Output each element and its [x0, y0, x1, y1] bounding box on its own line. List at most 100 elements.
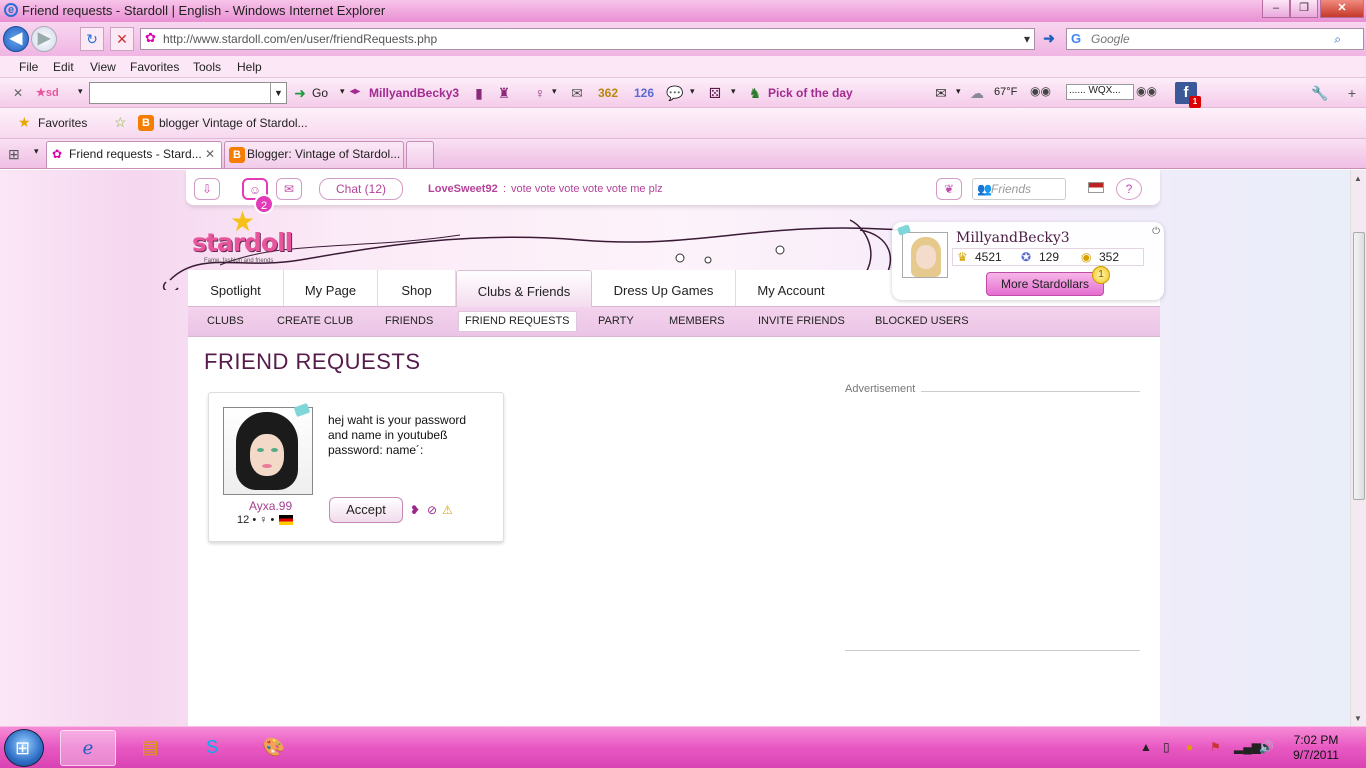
close-tab-icon[interactable]: ✕ — [205, 142, 215, 167]
subnav-blocked-users[interactable]: BLOCKED USERS — [875, 315, 969, 327]
volume-icon[interactable]: 🔊 — [1259, 740, 1274, 754]
go-button[interactable]: Go — [312, 86, 328, 100]
profile-name[interactable]: MillyandBecky3 — [956, 230, 1070, 246]
clock[interactable]: 7:02 PM 9/7/2011 — [1286, 733, 1346, 763]
subnav-party[interactable]: PARTY — [598, 315, 634, 327]
maximize-button[interactable]: ❐ — [1290, 0, 1318, 18]
toolbar-username[interactable]: MillyandBecky3 — [369, 86, 459, 100]
chevron-down-icon[interactable]: ▾ — [731, 86, 736, 97]
nav-my-account[interactable]: My Account — [736, 270, 846, 306]
chat-bubble-icon[interactable]: 💬 — [666, 84, 684, 102]
chat-tray-icon[interactable]: ● — [1186, 740, 1193, 754]
stardoll-logo[interactable]: ★ stardoll Fame, fashion and friends — [190, 208, 300, 268]
chat-button[interactable]: Chat (12) — [319, 178, 403, 200]
vertical-scrollbar[interactable]: ▲ ▼ — [1350, 170, 1366, 726]
dice-icon[interactable]: ⚄ — [706, 84, 724, 102]
device-icon[interactable]: ▯ — [1163, 740, 1170, 754]
action-center-icon[interactable]: ⚑ — [1210, 740, 1221, 754]
chevron-down-icon[interactable]: ▼ — [270, 83, 286, 103]
pick-of-the-day-link[interactable]: Pick of the day — [768, 86, 853, 100]
player-station-select[interactable]: ...... WQX... — [1066, 84, 1134, 100]
scrollbar-thumb[interactable] — [1353, 232, 1365, 500]
scroll-down-icon[interactable]: ▼ — [1354, 714, 1362, 723]
menu-edit[interactable]: Edit — [53, 60, 74, 74]
go-arrow-icon[interactable]: ➜ — [291, 84, 309, 102]
nav-shop[interactable]: Shop — [378, 270, 456, 306]
subnav-create-club[interactable]: CREATE CLUB — [277, 315, 353, 327]
nav-spotlight[interactable]: Spotlight — [188, 270, 284, 306]
accept-button[interactable]: Accept — [329, 497, 403, 523]
chevron-down-icon[interactable]: ▾ — [956, 86, 961, 97]
quick-tabs-icon[interactable]: ⊞ — [8, 146, 20, 163]
minimize-button[interactable]: – — [1262, 0, 1290, 18]
friends-search-input[interactable]: 👥 Friends — [972, 178, 1066, 200]
stop-button[interactable]: ✕ — [110, 27, 134, 51]
chevron-down-icon[interactable]: ▾ — [552, 86, 557, 97]
download-icon[interactable]: ⇩ — [194, 178, 220, 200]
volume-icon[interactable]: ◉◉ — [1136, 84, 1157, 98]
search-input[interactable]: G Google ⌕ — [1066, 28, 1364, 50]
requester-name[interactable]: Ayxa.99 — [249, 499, 292, 513]
stardoll-toolbar-logo[interactable]: ★sd — [36, 86, 59, 99]
favorites-button[interactable]: Favorites — [38, 116, 87, 130]
us-flag-icon[interactable] — [1088, 182, 1104, 193]
block-icon[interactable]: ⊘ — [427, 503, 437, 517]
show-hidden-icons[interactable]: ▲ — [1140, 740, 1152, 754]
chevron-down-icon[interactable]: ▾ — [340, 86, 345, 97]
add-favorite-icon[interactable]: ☆ — [114, 114, 127, 131]
menu-tools[interactable]: Tools — [193, 60, 221, 74]
menu-help[interactable]: Help — [237, 60, 262, 74]
back-button[interactable]: ◀ — [3, 26, 29, 52]
plus-icon[interactable]: + — [1343, 84, 1361, 102]
nav-clubs-friends[interactable]: Clubs & Friends — [456, 270, 592, 307]
requester-avatar[interactable] — [223, 407, 313, 495]
warning-icon[interactable]: ⚠ — [442, 503, 453, 517]
forward-button[interactable]: ▶ — [31, 26, 57, 52]
profile-avatar[interactable] — [902, 232, 948, 278]
refresh-button[interactable]: ↻ — [80, 27, 104, 51]
envelope-icon[interactable]: ✉ — [932, 84, 950, 102]
butterfly-icon[interactable]: ❦ — [936, 178, 962, 200]
close-toolbar-icon[interactable]: ✕ — [13, 86, 23, 100]
new-tab-button[interactable] — [406, 141, 434, 168]
door-icon[interactable]: ▮ — [470, 84, 488, 102]
chevron-down-icon[interactable]: ▾ — [690, 86, 695, 97]
search-icon[interactable]: ⌕ — [1334, 29, 1341, 49]
network-icon[interactable]: ▂▄▆ — [1234, 740, 1261, 754]
tab-blogger[interactable]: B Blogger: Vintage of Stardol... — [224, 141, 404, 168]
subnav-friend-requests[interactable]: FRIEND REQUESTS — [458, 311, 577, 332]
subnav-members[interactable]: MEMBERS — [669, 315, 725, 327]
doll-icon[interactable]: ♀ — [531, 84, 549, 102]
weather-temp[interactable]: 67°F — [994, 86, 1017, 98]
skype-taskbar-icon[interactable]: S — [184, 730, 240, 766]
chevron-down-icon[interactable]: ▾ — [78, 86, 83, 97]
tab-friend-requests[interactable]: ✿ Friend requests - Stard... ✕ — [46, 141, 222, 168]
address-bar[interactable]: ✿ http://www.stardoll.com/en/user/friend… — [140, 28, 1035, 50]
menu-file[interactable]: File — [19, 60, 38, 74]
explorer-taskbar-icon[interactable]: ▤ — [122, 730, 178, 766]
broken-heart-icon[interactable]: ❥ — [410, 503, 420, 517]
ie-taskbar-icon[interactable]: ℯ — [60, 730, 116, 766]
close-button[interactable]: ✕ — [1320, 0, 1364, 18]
chevron-down-icon[interactable]: ▾ — [1024, 29, 1030, 49]
go-arrow-button[interactable]: ➜ — [1038, 28, 1060, 50]
chevron-down-icon[interactable]: ▾ — [34, 146, 39, 157]
stardollars-count[interactable]: 362 — [598, 86, 618, 100]
subnav-invite-friends[interactable]: INVITE FRIENDS — [758, 315, 845, 327]
starpoints-count[interactable]: 126 — [634, 86, 654, 100]
toolbar-search-input[interactable]: ▼ — [89, 82, 287, 104]
power-icon[interactable]: ⏻ — [1152, 226, 1160, 237]
help-icon[interactable]: ? — [1116, 178, 1142, 200]
wrench-icon[interactable]: 🔧 — [1311, 84, 1329, 102]
scroll-up-icon[interactable]: ▲ — [1354, 174, 1362, 183]
paint-taskbar-icon[interactable]: 🎨 — [246, 730, 302, 766]
menu-favorites[interactable]: Favorites — [130, 60, 179, 74]
subnav-clubs[interactable]: CLUBS — [207, 315, 244, 327]
mail-icon[interactable]: ✉ — [276, 178, 302, 200]
favorite-link-blogger[interactable]: blogger Vintage of Stardol... — [159, 116, 308, 130]
nav-dress-up-games[interactable]: Dress Up Games — [592, 270, 736, 306]
start-button[interactable]: ⊞ — [4, 729, 44, 767]
subnav-friends[interactable]: FRIENDS — [385, 315, 433, 327]
more-stardollars-button[interactable]: More Stardollars — [986, 272, 1104, 296]
nav-my-page[interactable]: My Page — [284, 270, 378, 306]
